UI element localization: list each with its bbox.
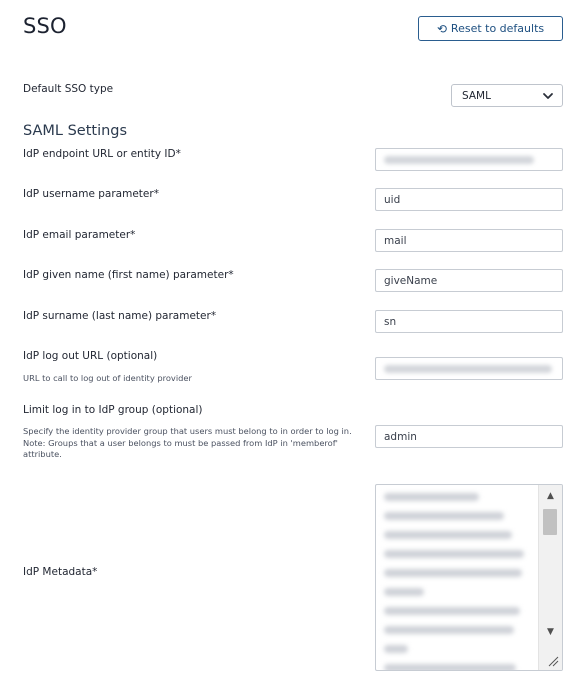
idp-given-name-label: IdP given name (first name) parameter*	[23, 269, 234, 281]
idp-group-help: Specify the identity provider group that…	[23, 426, 352, 459]
undo-icon: ⟲	[436, 21, 447, 36]
scrollbar-thumb[interactable]	[543, 509, 557, 535]
reset-button-label: Reset to defaults	[450, 22, 545, 35]
idp-surname-label: IdP surname (last name) parameter*	[23, 310, 217, 322]
scroll-down-arrow-icon[interactable]: ▼	[539, 624, 562, 640]
idp-username-input[interactable]	[375, 188, 563, 211]
idp-logout-label: IdP log out URL (optional)	[23, 350, 158, 362]
idp-surname-input[interactable]	[375, 310, 563, 333]
reset-to-defaults-button[interactable]: ⟲ Reset to defaults	[418, 16, 563, 41]
idp-given-name-input[interactable]	[375, 269, 563, 292]
scroll-up-arrow-icon[interactable]: ▲	[539, 488, 562, 504]
page-title: SSO	[23, 14, 67, 38]
idp-metadata-textarea[interactable]: ▲ ▼	[375, 484, 563, 671]
idp-logout-help: URL to call to log out of identity provi…	[23, 373, 192, 383]
idp-group-label: Limit log in to IdP group (optional)	[23, 404, 203, 416]
idp-username-label: IdP username parameter*	[23, 188, 159, 200]
sso-type-select[interactable]: SAML	[451, 84, 563, 107]
resize-handle-icon[interactable]	[547, 655, 559, 667]
idp-logout-input[interactable]	[375, 357, 563, 380]
idp-endpoint-label: IdP endpoint URL or entity ID*	[23, 148, 181, 160]
redacted-metadata	[384, 493, 539, 670]
redacted-value	[384, 364, 552, 373]
sso-type-label: Default SSO type	[23, 83, 114, 95]
idp-email-input[interactable]	[375, 229, 563, 252]
idp-endpoint-input[interactable]	[375, 148, 563, 171]
saml-settings-heading: SAML Settings	[23, 123, 128, 139]
idp-metadata-label: IdP Metadata*	[23, 566, 98, 578]
textarea-scrollbar[interactable]: ▲ ▼	[538, 485, 562, 670]
sso-type-value: SAML	[462, 89, 491, 102]
idp-group-input[interactable]	[375, 425, 563, 448]
idp-email-label: IdP email parameter*	[23, 229, 136, 241]
chevron-down-icon	[543, 92, 553, 99]
redacted-value	[384, 155, 534, 164]
